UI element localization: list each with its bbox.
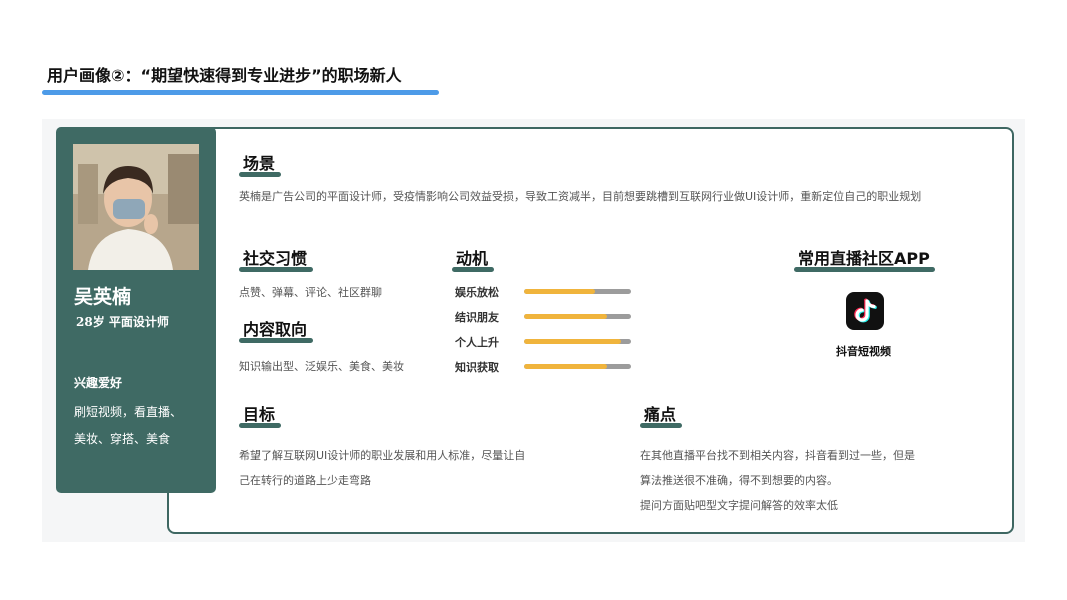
motive-bar [524,364,631,369]
title-underline [42,90,439,95]
motive-bar-fill [524,314,608,319]
apps-title: 常用直播社区APP [798,249,930,268]
pain-underline [640,423,682,428]
app-label: 抖音短视频 [836,345,891,358]
pain-text-line: 在其他直播平台找不到相关内容，抖音看到过一些，但是 [640,449,915,462]
social-underline [239,267,313,272]
motive-bar-fill [524,339,622,344]
motive-bar [524,339,631,344]
content-text: 知识输出型、泛娱乐、美食、美妆 [239,360,404,373]
pain-text-line: 算法推送很不准确，得不到想要的内容。 [640,474,838,487]
motive-bar-fill [524,364,608,369]
hobby-line: 美妆、穿搭、美食 [74,432,171,446]
goal-title: 目标 [243,405,276,424]
persona-subtitle: 28岁 平面设计师 [76,315,169,329]
profile-card: 吴英楠 28岁 平面设计师 兴趣爱好 刷短视频，看直播、 美妆、穿搭、美食 [56,127,216,493]
content-title: 内容取向 [243,320,308,339]
motive-label: 结识朋友 [455,311,499,324]
hobby-line: 刷短视频，看直播、 [74,405,183,419]
goal-text-line: 己在转行的道路上少走弯路 [239,474,371,487]
pain-title: 痛点 [644,405,677,424]
tiktok-icon-glyph [854,298,877,323]
motive-bar [524,289,631,294]
motive-bar [524,314,631,319]
persona-name: 吴英楠 [74,286,132,308]
motive-bar-fill [524,289,595,294]
hobby-title: 兴趣爱好 [74,376,123,390]
social-title: 社交习惯 [243,249,308,268]
scene-title: 场景 [243,154,276,173]
content-underline [239,338,313,343]
page-title: 用户画像②：“期望快速得到专业进步”的职场新人 [47,66,402,85]
pain-text-line: 提问方面贴吧型文字提问解答的效率太低 [640,499,838,512]
avatar [73,144,199,270]
social-text: 点赞、弹幕、评论、社区群聊 [239,286,382,299]
avatar-photo [73,144,199,270]
motive-title: 动机 [456,249,489,268]
motive-label: 知识获取 [455,361,499,374]
scene-underline [239,172,281,177]
tiktok-icon[interactable] [846,292,884,330]
goal-text-line: 希望了解互联网UI设计师的职业发展和用人标准，尽量让自 [239,449,526,462]
motive-label: 娱乐放松 [455,286,499,299]
scene-text: 英楠是广告公司的平面设计师，受疫情影响公司效益受损，导致工资减半，目前想要跳槽到… [239,190,922,203]
goal-underline [239,423,281,428]
apps-underline [794,267,935,272]
motive-label: 个人上升 [455,336,499,349]
motive-underline [452,267,494,272]
